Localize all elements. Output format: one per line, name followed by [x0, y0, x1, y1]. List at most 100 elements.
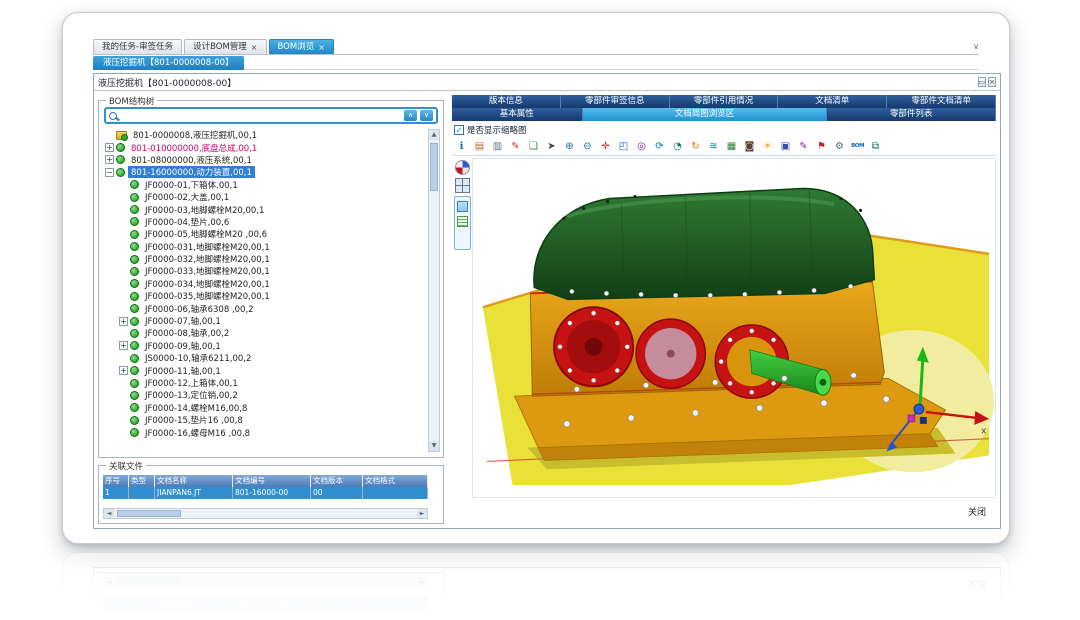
rotate-icon[interactable]: ⟳	[652, 139, 667, 154]
tree-item[interactable]: 801-0000008,液压挖掘机,00,1	[103, 129, 426, 141]
scroll-thumb[interactable]	[117, 510, 181, 517]
detail-subtab[interactable]: 文档简图浏览区	[583, 108, 828, 121]
tree-item[interactable]: +JF0000-09,轴,00,1	[103, 340, 426, 352]
tree-item[interactable]: JF0000-08,轴承,00,2	[103, 327, 426, 339]
scroll-left-icon[interactable]: ◄	[104, 509, 114, 518]
chevron-down-icon[interactable]: ∨	[973, 39, 979, 54]
search-prev-button[interactable]: ∧	[404, 110, 417, 121]
tree-search-box[interactable]: ∧ ∨	[104, 107, 438, 124]
viewer-side-tab[interactable]	[454, 196, 471, 250]
tab-close-icon[interactable]: ×	[251, 40, 258, 55]
tree-item[interactable]: +801-08000000,液压系统,00,1	[103, 154, 426, 166]
light-icon[interactable]: ☀	[760, 139, 775, 154]
tree-item[interactable]: +JF0000-11,轴,00,1	[103, 364, 426, 376]
files-hscrollbar[interactable]: ◄ ►	[103, 508, 428, 519]
pan-icon[interactable]: ✛	[598, 139, 613, 154]
tree-item[interactable]: JF0000-15,垫片16 ,00,8	[103, 414, 426, 426]
shading-icon[interactable]: ▦	[724, 139, 739, 154]
tree-item[interactable]: JF0000-033,地脚螺栓M20,00,1	[103, 265, 426, 277]
tree-item[interactable]: JF0000-035,地脚螺栓M20,00,1	[103, 290, 426, 302]
scroll-left-icon[interactable]: ◄	[104, 578, 114, 587]
nav-sphere-icon[interactable]	[455, 160, 470, 175]
tree-item[interactable]: +JF0000-07,轴,00,1	[103, 315, 426, 327]
detail-subtab[interactable]: 基本属性	[452, 108, 583, 121]
tree-scrollbar[interactable]: ▲ ▼	[428, 129, 440, 452]
tree-item[interactable]: JF0000-13,定位销,00,2	[103, 389, 426, 401]
close-button[interactable]: ×	[988, 77, 996, 87]
thumbnail-checkbox[interactable]: ✓	[454, 125, 464, 135]
search-input[interactable]	[120, 111, 401, 121]
zoom-out-icon[interactable]: ⊖	[580, 139, 595, 154]
tree-item[interactable]: JF0000-06,轴承6308 ,00,2	[103, 302, 426, 314]
tree-item[interactable]: +801-010000000,底盘总成,00,1	[103, 141, 426, 153]
tab-close-icon[interactable]: ×	[318, 40, 325, 55]
expand-icon[interactable]: +	[119, 317, 128, 326]
zoom-window-icon[interactable]: ◰	[616, 139, 631, 154]
breadcrumb-tab[interactable]: 液压挖掘机【801-0000008-00】	[93, 56, 244, 70]
tree-item[interactable]: JF0000-02,大盖,00,1	[103, 191, 426, 203]
table-row[interactable]: 1JIANPAN6.JT801-16000-0000	[103, 597, 428, 609]
detail-tab[interactable]: 零部件引用情况	[670, 95, 779, 108]
markup-flag-icon[interactable]: ⚑	[814, 139, 829, 154]
tree-item[interactable]: JF0000-031,地脚螺栓M20,00,1	[103, 241, 426, 253]
scroll-right-icon[interactable]: ►	[417, 509, 427, 518]
expand-icon[interactable]: +	[119, 341, 128, 350]
detail-tab[interactable]: 零部件审签信息	[561, 95, 670, 108]
expand-icon[interactable]: +	[105, 143, 114, 152]
open-icon[interactable]: ▤	[472, 139, 487, 154]
gearbox-3d-model[interactable]: x	[473, 159, 995, 497]
detail-tab[interactable]: 版本信息	[452, 95, 561, 108]
tree-item[interactable]: JF0000-01,下箱体,00,1	[103, 179, 426, 191]
tree-item[interactable]: JF0000-034,地脚螺栓M20,00,1	[103, 278, 426, 290]
collapse-icon[interactable]: −	[105, 168, 114, 177]
snapshot-icon[interactable]: ◙	[742, 139, 757, 154]
scroll-down-icon[interactable]: ▼	[429, 441, 439, 451]
zoom-fit-icon[interactable]: ◎	[634, 139, 649, 154]
tree-item[interactable]: −801-16000000,动力装置,00,1	[103, 166, 426, 178]
orbit-icon[interactable]: ◔	[670, 139, 685, 154]
screen-icon[interactable]: ⧉	[868, 139, 883, 154]
thumbnail-panel-icon[interactable]	[457, 201, 468, 212]
table-row[interactable]: 1JIANPAN6.JT801-16000-0000	[103, 487, 428, 499]
scroll-right-icon[interactable]: ►	[417, 578, 427, 587]
tree-item[interactable]: JF0000-04,垫片,00,6	[103, 216, 426, 228]
minimize-button[interactable]: ▭	[978, 77, 987, 87]
tree-item[interactable]: JF0000-16,螺母M16 ,00,8	[103, 426, 426, 438]
select-icon[interactable]: ➤	[544, 139, 559, 154]
zoom-in-icon[interactable]: ⊕	[562, 139, 577, 154]
detail-tab[interactable]: 零部件文档清单	[887, 95, 996, 108]
annotate-icon[interactable]: ✎	[796, 139, 811, 154]
tree-item[interactable]: JF0000-032,地脚螺栓M20,00,1	[103, 253, 426, 265]
tree-item[interactable]: JF0000-03,地脚螺栓M20,00,1	[103, 203, 426, 215]
settings-icon[interactable]: ⚙	[832, 139, 847, 154]
spin-icon[interactable]: ↻	[688, 139, 703, 154]
gearbox-3d-model[interactable]: x	[473, 599, 995, 618]
close-button[interactable]: 关闭	[968, 505, 986, 518]
search-next-button[interactable]: ∨	[420, 110, 433, 121]
expand-icon[interactable]: +	[119, 366, 128, 375]
files-hscrollbar[interactable]: ◄ ►	[103, 577, 428, 588]
tree-item[interactable]: JF0000-14,螺栓M16,00,8	[103, 402, 426, 414]
3d-viewport[interactable]: x	[472, 598, 996, 618]
tree-item[interactable]: JF0000-12,上箱体,00,1	[103, 377, 426, 389]
view-grid-icon[interactable]	[455, 178, 470, 193]
scroll-thumb[interactable]	[430, 143, 438, 191]
wireframe-icon[interactable]: ≋	[706, 139, 721, 154]
list-panel-icon[interactable]	[457, 216, 468, 227]
tree-item[interactable]: JF0000-05,地脚螺栓M20 ,00,6	[103, 228, 426, 240]
top-tab[interactable]: 我的任务-审签任务	[93, 39, 182, 54]
top-tab[interactable]: BOM浏览×	[269, 39, 334, 54]
scroll-thumb[interactable]	[117, 579, 181, 586]
expand-icon[interactable]: +	[105, 155, 114, 164]
bom-icon[interactable]: BOM	[850, 139, 865, 154]
print-icon[interactable]: ▥	[490, 139, 505, 154]
detail-subtab[interactable]: 零部件列表	[827, 108, 996, 121]
tree-item[interactable]: JS0000-10,轴承6211,00,2	[103, 352, 426, 364]
3d-viewport[interactable]: x	[472, 158, 996, 498]
info-icon[interactable]: ℹ	[454, 139, 469, 154]
top-tab[interactable]: 设计BOM管理×	[184, 39, 266, 54]
scroll-up-icon[interactable]: ▲	[429, 130, 439, 140]
detail-tab[interactable]: 文档清单	[778, 95, 887, 108]
redline-icon[interactable]: ✎	[508, 139, 523, 154]
close-button[interactable]: 关闭	[968, 578, 986, 591]
